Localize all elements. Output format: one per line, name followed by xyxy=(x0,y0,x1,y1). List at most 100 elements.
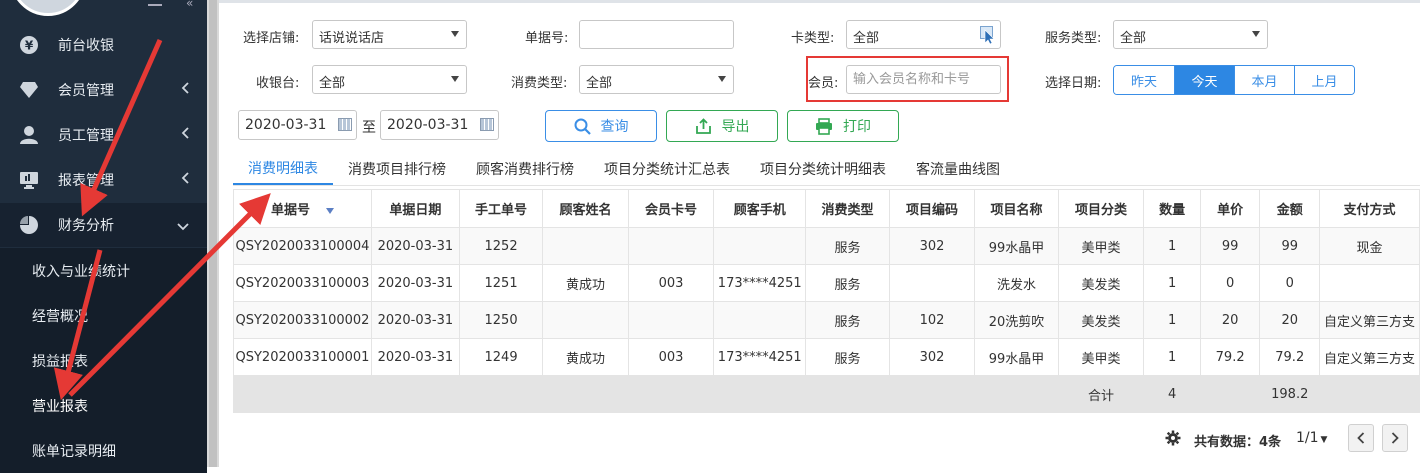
store-select[interactable]: 话说说话店 xyxy=(312,20,467,49)
consume-type-select[interactable]: 全部 xyxy=(579,65,734,94)
date-to-value: 2020-03-31 xyxy=(387,117,469,133)
table-row[interactable]: QSY2020033100002 2020-03-31 1250 服务 102 20洗剪吹… xyxy=(233,301,1420,339)
sort-icon[interactable] xyxy=(325,207,334,214)
column-header[interactable]: 项目分类 xyxy=(1057,189,1145,228)
column-header[interactable]: 项目编码 xyxy=(888,189,976,228)
cashier-label: 收银台: xyxy=(256,76,300,91)
sidebar-subitem-business-report[interactable]: 营业报表 xyxy=(0,383,207,428)
collapse-icon[interactable]: « xyxy=(186,0,193,10)
date-last-month-button[interactable]: 上月 xyxy=(1294,66,1354,94)
query-button[interactable]: 查询 xyxy=(545,110,657,142)
column-header[interactable]: 手工单号 xyxy=(458,189,544,228)
service-type-select-value: 全部 xyxy=(1120,31,1147,46)
table-cell: 1 xyxy=(1143,227,1201,265)
table-cell: 美甲类 xyxy=(1057,227,1145,265)
column-header[interactable]: 金额 xyxy=(1259,189,1321,228)
cursor-icon xyxy=(980,26,996,48)
cashier-select[interactable]: 全部 xyxy=(312,65,467,94)
column-header[interactable]: 支付方式 xyxy=(1319,189,1420,228)
table-cell: 服务 xyxy=(805,301,890,339)
date-to-input[interactable]: 2020-03-31 xyxy=(380,110,499,140)
export-button[interactable]: 导出 xyxy=(666,110,778,142)
printer-icon xyxy=(815,117,833,135)
tab-customer-ranking[interactable]: 顾客消费排行榜 xyxy=(461,153,589,185)
total-count-text: 共有数据：4条 xyxy=(1194,435,1282,450)
member-search-input[interactable] xyxy=(846,65,1001,94)
card-type-select[interactable]: 全部 xyxy=(846,20,1001,49)
table-total-row: 合计 4 198.2 xyxy=(233,375,1420,413)
chevron-left-icon xyxy=(1357,432,1365,444)
tab-category-summary[interactable]: 项目分类统计汇总表 xyxy=(589,153,745,185)
table-total-cell xyxy=(627,375,715,413)
sidebar-item-finance[interactable]: 财务分析 xyxy=(0,203,207,247)
table-row[interactable]: QSY2020033100003 2020-03-31 1251 黄成功 003 173*… xyxy=(233,264,1420,302)
sidebar-item-label: 员工管理 xyxy=(58,128,114,144)
column-header[interactable]: 顾客姓名 xyxy=(542,189,629,228)
export-button-label: 导出 xyxy=(721,119,750,135)
tab-consumption-detail[interactable]: 消费明细表 xyxy=(233,153,333,185)
sidebar-scrollbar-thumb[interactable] xyxy=(209,0,217,467)
column-header[interactable]: 单价 xyxy=(1199,189,1261,228)
dropdown-arrow-icon xyxy=(451,76,459,82)
next-page-button[interactable] xyxy=(1382,424,1408,452)
table-cell: 美甲类 xyxy=(1057,338,1145,376)
date-today-button[interactable]: 今天 xyxy=(1174,66,1234,94)
table-cell: 173****4251 xyxy=(713,264,807,302)
sidebar-subitem-income[interactable]: 收入与业绩统计 xyxy=(0,248,207,293)
table-cell: 003 xyxy=(627,264,715,302)
table-header-row: 单据号 单据日期 手工单号 顾客姓名 会员卡号 顾客手机 消费类型 项目编码 项… xyxy=(233,189,1420,228)
doc-no-input[interactable] xyxy=(579,20,734,49)
table-cell: 自定义第三方支 xyxy=(1319,301,1420,339)
table-cell: 美发类 xyxy=(1057,301,1145,339)
date-yesterday-button[interactable]: 昨天 xyxy=(1114,66,1174,94)
report-tabs: 消费明细表 消费项目排行榜 顾客消费排行榜 项目分类统计汇总表 项目分类统计明细… xyxy=(233,153,1015,185)
table-cell: 20 xyxy=(1199,301,1261,339)
avatar[interactable] xyxy=(10,0,86,16)
column-header[interactable]: 单据号 xyxy=(233,189,372,228)
sidebar-item-cashier[interactable]: ¥ 前台收银 xyxy=(0,23,207,67)
tab-traffic-curve[interactable]: 客流量曲线图 xyxy=(901,153,1015,185)
sidebar-item-members[interactable]: 会员管理 xyxy=(0,68,207,112)
sidebar-item-reports[interactable]: 报表管理 xyxy=(0,158,207,202)
table-cell xyxy=(542,227,629,265)
date-from-input[interactable]: 2020-03-31 xyxy=(238,110,357,140)
column-header[interactable]: 数量 xyxy=(1143,189,1201,228)
table-cell: 99水晶甲 xyxy=(974,227,1059,265)
sidebar-subitem-overview[interactable]: 经营概况 xyxy=(0,293,207,338)
sidebar-subitem-bill-records[interactable]: 账单记录明细 xyxy=(0,428,207,473)
tabs-divider xyxy=(233,185,1420,186)
page-selector[interactable]: 1/1 ▼ xyxy=(1296,430,1327,446)
column-header[interactable]: 单据日期 xyxy=(370,189,460,228)
svg-text:¥: ¥ xyxy=(25,39,34,53)
calendar-icon[interactable] xyxy=(480,118,494,131)
column-header[interactable]: 项目名称 xyxy=(974,189,1059,228)
sidebar-item-staff[interactable]: 员工管理 xyxy=(0,113,207,157)
menu-icon[interactable] xyxy=(148,0,162,6)
table-row[interactable]: QSY2020033100004 2020-03-31 1252 服务 302 99水晶甲… xyxy=(233,227,1420,265)
tab-item-ranking[interactable]: 消费项目排行榜 xyxy=(333,153,461,185)
member-label: 会员: xyxy=(808,76,839,91)
prev-page-button[interactable] xyxy=(1348,424,1374,452)
search-icon xyxy=(574,118,591,135)
print-button[interactable]: 打印 xyxy=(787,110,899,142)
settings-gear-icon[interactable] xyxy=(1165,430,1181,450)
table-cell: 0 xyxy=(1259,264,1321,302)
table-total-cell xyxy=(233,375,372,413)
table-cell xyxy=(1319,264,1420,302)
consumption-table: 单据号 单据日期 手工单号 顾客姓名 会员卡号 顾客手机 消费类型 项目编码 项… xyxy=(233,189,1420,413)
sidebar: « ¥ 前台收银 会员管理 员工管理 报表管理 财务分析 收入与业绩统计 经营概… xyxy=(0,0,207,473)
table-cell: 1252 xyxy=(458,227,544,265)
calendar-icon[interactable] xyxy=(338,118,352,131)
sidebar-subitem-profit-loss[interactable]: 损益报表 xyxy=(0,338,207,383)
diamond-icon xyxy=(18,79,40,101)
card-type-label: 卡类型: xyxy=(791,31,835,46)
dropdown-arrow-icon xyxy=(451,31,459,37)
column-header[interactable]: 消费类型 xyxy=(805,189,890,228)
service-type-select[interactable]: 全部 xyxy=(1113,20,1268,49)
tab-category-detail[interactable]: 项目分类统计明细表 xyxy=(745,153,901,185)
date-this-month-button[interactable]: 本月 xyxy=(1234,66,1294,94)
column-header[interactable]: 顾客手机 xyxy=(713,189,807,228)
table-row[interactable]: QSY2020033100001 2020-03-31 1249 黄成功 003 173*… xyxy=(233,338,1420,376)
table-cell: 自定义第三方支 xyxy=(1319,338,1420,376)
column-header[interactable]: 会员卡号 xyxy=(627,189,715,228)
